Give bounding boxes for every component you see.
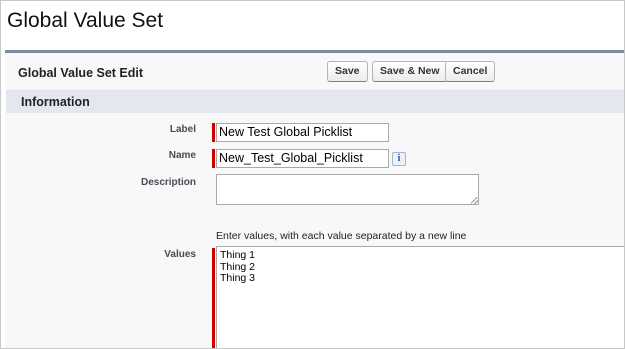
section-title: Information [21, 95, 90, 109]
value-line: Thing 1 [220, 249, 256, 261]
required-indicator [212, 149, 215, 168]
info-icon[interactable]: i [392, 152, 406, 166]
app-window: Global Value Set Global Value Set Edit S… [0, 0, 625, 349]
label-field-label: Label [169, 124, 196, 135]
values-field-label: Values [164, 249, 196, 260]
information-section-header: Information [6, 90, 624, 113]
required-indicator [212, 248, 215, 348]
values-hint: Enter values, with each value separated … [216, 230, 467, 242]
name-field-label: Name [168, 150, 196, 161]
values-textarea[interactable]: Thing 1 Thing 2 Thing 3 [216, 246, 624, 348]
description-textarea[interactable] [216, 174, 479, 205]
resize-grip-icon[interactable] [471, 197, 478, 204]
description-field-label: Description [140, 177, 196, 188]
edit-card: Global Value Set Edit Save Save & New Ca… [5, 50, 624, 348]
value-line: Thing 2 [220, 260, 256, 273]
edit-header: Global Value Set Edit Save Save & New Ca… [5, 53, 624, 89]
save-button[interactable]: Save [327, 61, 368, 82]
save-and-new-button[interactable]: Save & New [372, 61, 448, 82]
page-title: Global Value Set [7, 9, 164, 32]
value-line: Thing 3 [220, 272, 256, 284]
required-indicator [212, 123, 215, 142]
cancel-button[interactable]: Cancel [445, 61, 496, 82]
label-input[interactable]: New Test Global Picklist [216, 123, 389, 142]
name-input[interactable]: New_Test_Global_Picklist [216, 149, 389, 168]
edit-title: Global Value Set Edit [18, 66, 144, 80]
